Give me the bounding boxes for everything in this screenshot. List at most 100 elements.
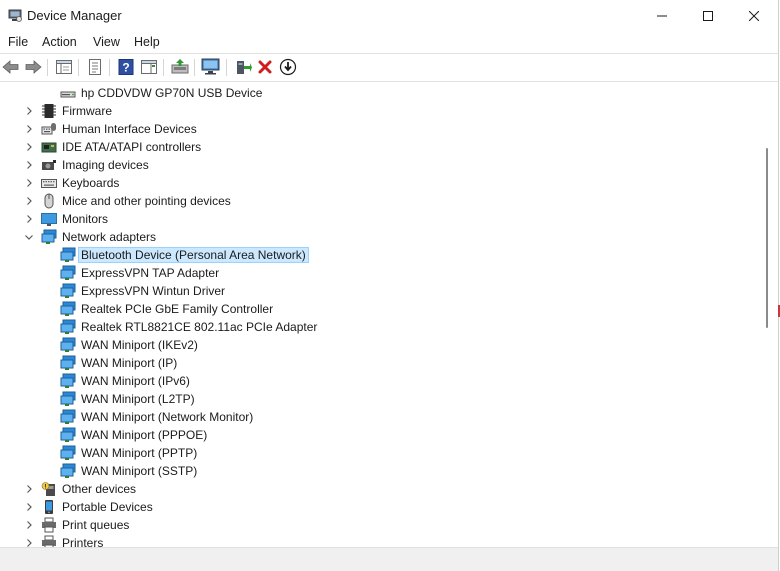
tree-item-other-devices[interactable]: ! Other devices [0,480,762,498]
enable-device-button[interactable] [233,57,253,77]
chevron-right-icon[interactable] [24,196,34,206]
network-adapter-icon [60,319,76,334]
tree-item-label: ExpressVPN Wintun Driver [81,284,226,298]
tree-item-label: Bluetooth Device (Personal Area Network) [78,247,309,263]
menu-bar: File Action View Help [0,32,778,53]
toolbar-separator [163,59,164,76]
tree-item-label: Printers [62,536,104,547]
toolbar-separator [194,59,195,76]
maximize-button[interactable] [685,0,731,32]
tree-item-imaging-devices[interactable]: Imaging devices [0,156,762,174]
network-adapter-icon [60,283,76,298]
tree-item-firmware[interactable]: Firmware [0,102,762,120]
tree-item-printers[interactable]: Printers [0,534,762,547]
help-button[interactable]: ? [116,57,136,77]
properties-button[interactable] [85,57,105,77]
action-pane-icon [141,60,157,74]
toolbar-separator [109,59,110,76]
portable-device-icon [45,500,53,514]
tree-item-portable-devices[interactable]: Portable Devices [0,498,762,516]
tree-item-realtek-wifi[interactable]: Realtek RTL8821CE 802.11ac PCIe Adapter [0,318,762,336]
tree-item-label: ExpressVPN TAP Adapter [81,266,220,280]
tree-item-wan-ip[interactable]: WAN Miniport (IP) [0,354,762,372]
tree-item-wan-pptp[interactable]: WAN Miniport (PPTP) [0,444,762,462]
back-button[interactable] [1,57,21,77]
tree-item-human-interface-devices[interactable]: Human Interface Devices [0,120,762,138]
tree-item-label: WAN Miniport (IPv6) [81,374,190,388]
close-icon [749,11,759,21]
network-adapter-icon [60,445,76,460]
tree-item-wan-network-monitor[interactable]: WAN Miniport (Network Monitor) [0,408,762,426]
tree-item-keyboards[interactable]: Keyboards [0,174,762,192]
chevron-right-icon[interactable] [24,124,34,134]
tree-item-print-queues[interactable]: Print queues [0,516,762,534]
tree-item-expressvpn-tap[interactable]: ExpressVPN TAP Adapter [0,264,762,282]
title-bar[interactable]: Device Manager [0,0,778,32]
network-adapter-icon [60,463,76,478]
chevron-right-icon[interactable] [24,160,34,170]
tree-item-label: WAN Miniport (SSTP) [81,464,198,478]
network-adapter-icon [60,265,76,280]
disable-update-button[interactable] [278,57,298,77]
menu-view[interactable]: View [93,35,120,49]
chevron-right-icon[interactable] [24,520,34,530]
tree-item-ide-ata-atapi-controllers[interactable]: IDE ATA/ATAPI controllers [0,138,762,156]
chevron-right-icon[interactable] [24,214,34,224]
tree-item-realtek-gbe[interactable]: Realtek PCIe GbE Family Controller [0,300,762,318]
chevron-down-icon[interactable] [24,232,34,242]
tree-item-wan-ikev2[interactable]: WAN Miniport (IKEv2) [0,336,762,354]
network-adapter-icon [60,337,76,352]
tree-item-label: Imaging devices [62,158,149,172]
toolbar-separator [226,59,227,76]
update-driver-button[interactable] [170,57,190,77]
action-pane-button[interactable] [139,57,159,77]
toolbar-separator [47,59,48,76]
tree-item-wan-pppoe[interactable]: WAN Miniport (PPPOE) [0,426,762,444]
tree-item-network-adapters[interactable]: Network adapters [0,228,762,246]
monitor-icon [41,213,57,226]
tree-item-wan-l2tp[interactable]: WAN Miniport (L2TP) [0,390,762,408]
help-icon: ? [118,59,134,75]
tree-item-mice[interactable]: Mice and other pointing devices [0,192,762,210]
chevron-right-icon[interactable] [24,502,34,512]
back-icon [2,60,19,74]
scan-hardware-changes-button[interactable] [201,57,221,77]
tree-item-label: Firmware [62,104,112,118]
chevron-right-icon[interactable] [24,106,34,116]
network-adapter-icon [60,391,76,406]
tree-item-label: Realtek PCIe GbE Family Controller [81,302,274,316]
camera-icon [42,160,56,170]
menu-help[interactable]: Help [134,35,160,49]
tree-item-monitors[interactable]: Monitors [0,210,762,228]
status-bar [0,547,778,571]
tree-item-expressvpn-wintun[interactable]: ExpressVPN Wintun Driver [0,282,762,300]
enable-device-icon [237,61,252,74]
scrollbar-thumb[interactable] [766,148,768,328]
minimize-button[interactable] [639,0,685,32]
tree-item-label: Print queues [62,518,130,532]
show-hide-console-tree-button[interactable] [54,57,74,77]
chevron-right-icon[interactable] [24,142,34,152]
forward-icon [25,60,42,74]
tree-item-bluetooth-pan[interactable]: Bluetooth Device (Personal Area Network) [0,246,762,264]
vertical-scrollbar[interactable] [762,82,776,547]
tree-item-wan-sstp[interactable]: WAN Miniport (SSTP) [0,462,762,480]
tree-item-label: Human Interface Devices [62,122,197,136]
menu-file[interactable]: File [8,35,28,49]
device-tree[interactable]: hp CDDVDW GP70N USB Device Firmware Huma… [0,82,762,547]
tree-item-label: Realtek RTL8821CE 802.11ac PCIe Adapter [81,320,318,334]
forward-button[interactable] [23,57,43,77]
close-button[interactable] [731,0,777,32]
menu-action[interactable]: Action [42,35,77,49]
chevron-right-icon[interactable] [24,538,34,547]
tree-item-label: IDE ATA/ATAPI controllers [62,140,202,154]
tree-item-label: Portable Devices [62,500,153,514]
maximize-icon [703,11,713,21]
chevron-right-icon[interactable] [24,178,34,188]
tree-item-label: Keyboards [62,176,120,190]
tree-item-dvd-drive[interactable]: hp CDDVDW GP70N USB Device [0,84,762,102]
chevron-right-icon[interactable] [24,484,34,494]
printer-icon [42,517,56,533]
tree-item-wan-ipv6[interactable]: WAN Miniport (IPv6) [0,372,762,390]
uninstall-device-button[interactable] [255,57,275,77]
